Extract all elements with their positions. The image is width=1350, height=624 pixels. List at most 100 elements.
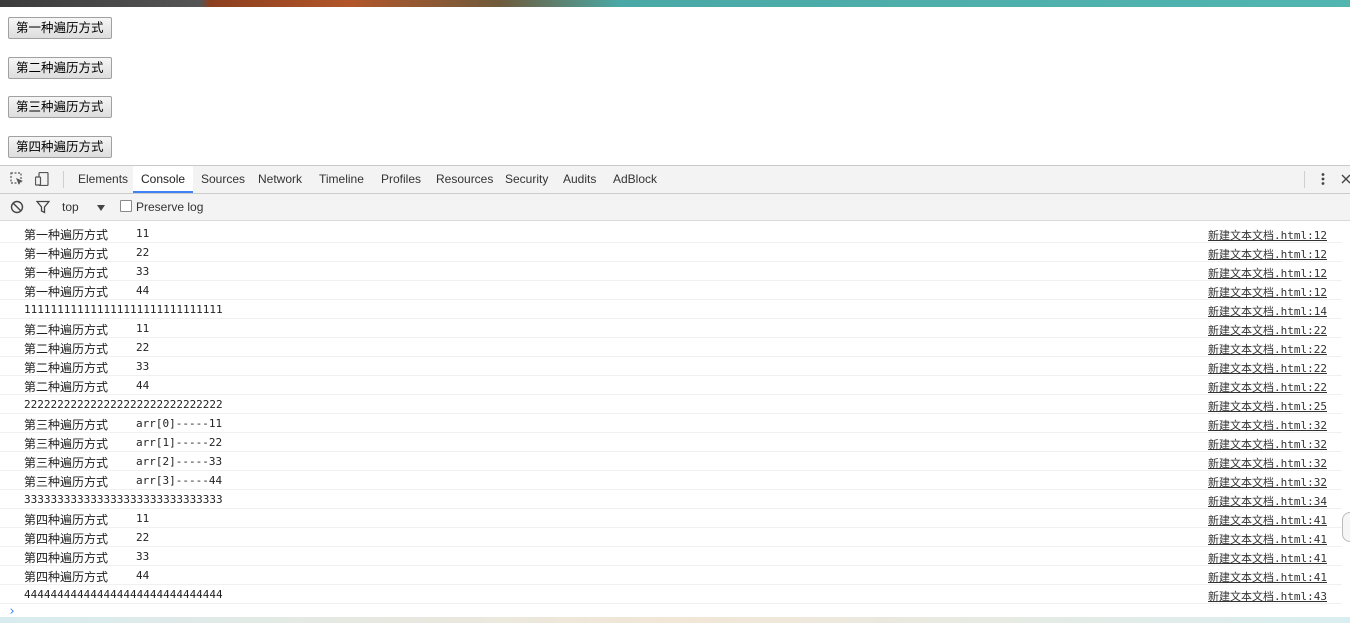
inspect-element-icon[interactable] xyxy=(10,172,24,186)
console-row: 111111111111111111111111111111 新建文本文档.htm… xyxy=(0,300,1342,319)
close-icon[interactable] xyxy=(1340,172,1350,186)
preserve-log-checkbox[interactable]: Preserve log xyxy=(120,194,203,220)
source-link[interactable]: 新建文本文档.html:14 xyxy=(1208,303,1327,319)
device-mode-icon[interactable] xyxy=(34,171,49,187)
console-row: 444444444444444444444444444444 新建文本文档.htm… xyxy=(0,585,1342,604)
console-message-value: 22 xyxy=(136,246,150,259)
console-row: 第二种遍历方式 11 新建文本文档.html:22 xyxy=(0,319,1342,338)
source-link[interactable]: 新建文本文档.html:12 xyxy=(1208,227,1327,243)
checkbox-box[interactable] xyxy=(120,200,132,212)
console-message-label: 第一种遍历方式 xyxy=(24,285,109,299)
console-row: 第一种遍历方式 22 新建文本文档.html:12 xyxy=(0,243,1342,262)
console-row: 333333333333333333333333333333 新建文本文档.htm… xyxy=(0,490,1342,509)
console-message-label: 第二种遍历方式 xyxy=(24,342,109,356)
console-message-label: 第三种遍历方式 xyxy=(24,456,109,470)
browser-top-strip xyxy=(0,0,1350,7)
clear-console-icon[interactable] xyxy=(10,200,24,214)
source-link[interactable]: 新建文本文档.html:41 xyxy=(1208,550,1327,566)
source-link[interactable]: 新建文本文档.html:32 xyxy=(1208,455,1327,471)
console-row: 第一种遍历方式 44 新建文本文档.html:12 xyxy=(0,281,1342,300)
console-message-value: arr[0]-----11 xyxy=(136,417,223,430)
source-link[interactable]: 新建文本文档.html:32 xyxy=(1208,417,1327,433)
toolbar-divider xyxy=(63,171,64,188)
console-message-value: arr[3]-----44 xyxy=(136,474,223,487)
console-message-value: 222222222222222222222222222222 xyxy=(24,398,223,411)
source-link[interactable]: 新建文本文档.html:41 xyxy=(1208,531,1327,547)
console-row: 第三种遍历方式 arr[0]-----11 新建文本文档.html:32 xyxy=(0,414,1342,433)
console-row: 第三种遍历方式 arr[3]-----44 新建文本文档.html:32 xyxy=(0,471,1342,490)
console-message-value: 33 xyxy=(136,360,150,373)
console-row: 第三种遍历方式 arr[1]-----22 新建文本文档.html:32 xyxy=(0,433,1342,452)
tab-resources[interactable]: Resources xyxy=(435,166,494,193)
tab-elements[interactable]: Elements xyxy=(77,166,129,193)
source-link[interactable]: 新建文本文档.html:12 xyxy=(1208,284,1327,300)
toolbar-divider xyxy=(1304,171,1305,188)
console-message-value: 44 xyxy=(136,379,150,392)
console-message-value: 11 xyxy=(136,322,150,335)
tab-timeline[interactable]: Timeline xyxy=(318,166,365,193)
tab-adblock[interactable]: AdBlock xyxy=(612,166,658,193)
console-row: 第四种遍历方式 33 新建文本文档.html:41 xyxy=(0,547,1342,566)
console-row: 第二种遍历方式 33 新建文本文档.html:22 xyxy=(0,357,1342,376)
source-link[interactable]: 新建文本文档.html:22 xyxy=(1208,322,1327,338)
console-message-value: 11 xyxy=(136,512,150,525)
console-output: › 第一种遍历方式 11 新建文本文档.html:12 第一种遍历方式 22 新建文本文档… xyxy=(0,221,1350,624)
console-message-label: 第四种遍历方式 xyxy=(24,570,109,584)
tab-security[interactable]: Security xyxy=(504,166,549,193)
traverse-1-button[interactable]: 第一种遍历方式 xyxy=(8,17,112,39)
context-selector[interactable]: top xyxy=(62,194,79,220)
console-message-label: 第四种遍历方式 xyxy=(24,513,109,527)
filter-icon[interactable] xyxy=(35,200,51,214)
tab-profiles[interactable]: Profiles xyxy=(380,166,422,193)
console-row: 第一种遍历方式 11 新建文本文档.html:12 xyxy=(0,224,1342,243)
console-message-label: 第一种遍历方式 xyxy=(24,228,109,242)
source-link[interactable]: 新建文本文档.html:41 xyxy=(1208,512,1327,528)
console-message-value: 333333333333333333333333333333 xyxy=(24,493,223,506)
browser-bottom-strip xyxy=(0,617,1350,623)
console-row: 第三种遍历方式 arr[2]-----33 新建文本文档.html:32 xyxy=(0,452,1342,471)
console-message-label: 第二种遍历方式 xyxy=(24,361,109,375)
source-link[interactable]: 新建文本文档.html:12 xyxy=(1208,265,1327,281)
console-row: 第四种遍历方式 44 新建文本文档.html:41 xyxy=(0,566,1342,585)
console-message-value: 22 xyxy=(136,341,150,354)
console-row: 第二种遍历方式 22 新建文本文档.html:22 xyxy=(0,338,1342,357)
traverse-2-button[interactable]: 第二种遍历方式 xyxy=(8,57,112,79)
source-link[interactable]: 新建文本文档.html:25 xyxy=(1208,398,1327,414)
source-link[interactable]: 新建文本文档.html:32 xyxy=(1208,474,1327,490)
console-message-label: 第四种遍历方式 xyxy=(24,551,109,565)
source-link[interactable]: 新建文本文档.html:22 xyxy=(1208,379,1327,395)
console-message-value: 444444444444444444444444444444 xyxy=(24,588,223,601)
preserve-log-label: Preserve log xyxy=(136,200,204,214)
source-link[interactable]: 新建文本文档.html:22 xyxy=(1208,341,1327,357)
console-message-value: arr[2]-----33 xyxy=(136,455,223,468)
traverse-3-button[interactable]: 第三种遍历方式 xyxy=(8,96,112,118)
side-scroll-handle[interactable] xyxy=(1342,512,1350,542)
tab-sources[interactable]: Sources xyxy=(200,166,246,193)
console-message-label: 第一种遍历方式 xyxy=(24,266,109,280)
console-message-value: 33 xyxy=(136,265,150,278)
page-content: 第一种遍历方式 第二种遍历方式 第三种遍历方式 第四种遍历方式 xyxy=(0,7,1350,165)
console-row: 第四种遍历方式 11 新建文本文档.html:41 xyxy=(0,509,1342,528)
devtools-panel: Elements Console Sources Network Timelin… xyxy=(0,165,1350,624)
console-message-value: 22 xyxy=(136,531,150,544)
tab-audits[interactable]: Audits xyxy=(562,166,597,193)
dropdown-arrow-icon[interactable] xyxy=(96,202,110,216)
tab-console[interactable]: Console xyxy=(133,166,194,193)
source-link[interactable]: 新建文本文档.html:43 xyxy=(1208,588,1327,604)
source-link[interactable]: 新建文本文档.html:34 xyxy=(1208,493,1327,509)
console-message-label: 第三种遍历方式 xyxy=(24,437,109,451)
console-filterbar: top Preserve log xyxy=(0,194,1350,221)
console-message-label: 第二种遍历方式 xyxy=(24,323,109,337)
console-message-value: 111111111111111111111111111111 xyxy=(24,303,223,316)
source-link[interactable]: 新建文本文档.html:12 xyxy=(1208,246,1327,262)
console-message-label: 第三种遍历方式 xyxy=(24,475,109,489)
source-link[interactable]: 新建文本文档.html:32 xyxy=(1208,436,1327,452)
source-link[interactable]: 新建文本文档.html:22 xyxy=(1208,360,1327,376)
tab-network[interactable]: Network xyxy=(257,166,303,193)
console-message-value: arr[1]-----22 xyxy=(136,436,223,449)
traverse-4-button[interactable]: 第四种遍历方式 xyxy=(8,136,112,158)
source-link[interactable]: 新建文本文档.html:41 xyxy=(1208,569,1327,585)
devtools-tabbar: Elements Console Sources Network Timelin… xyxy=(0,166,1350,194)
kebab-menu-icon[interactable] xyxy=(1316,172,1330,186)
console-message-label: 第三种遍历方式 xyxy=(24,418,109,432)
